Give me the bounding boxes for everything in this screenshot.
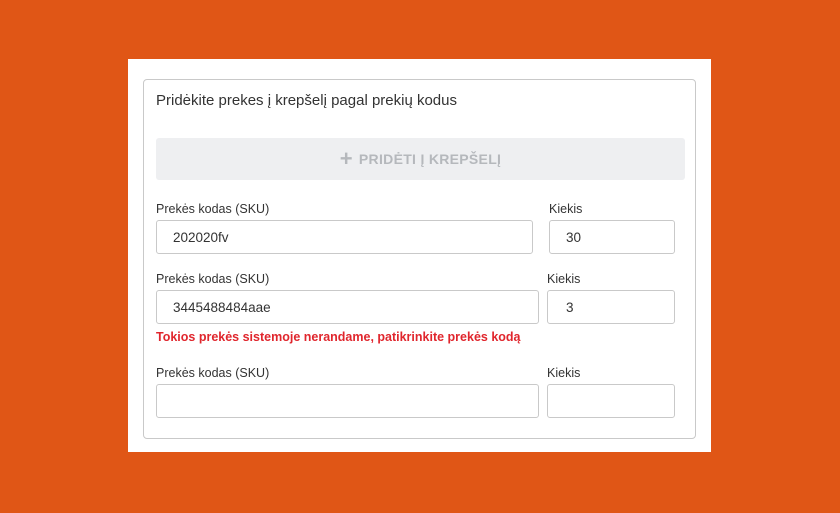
sku-input-1[interactable] — [156, 220, 533, 254]
qty-label-1: Kiekis — [549, 202, 583, 216]
sku-label-1: Prekės kodas (SKU) — [156, 202, 270, 216]
plus-icon: + — [339, 146, 353, 171]
qty-input-2[interactable] — [547, 290, 675, 324]
sku-label-2: Prekės kodas (SKU) — [156, 272, 270, 286]
add-to-cart-label: PRIDĖTI Į KREPŠELĮ — [358, 151, 502, 167]
qty-label-3: Kiekis — [547, 366, 581, 380]
qty-label-2: Kiekis — [547, 272, 581, 286]
sku-error-message: Tokios prekės sistemoje nerandame, patik… — [156, 330, 521, 344]
quick-order-card: Pridėkite prekes į krepšelį pagal prekių… — [143, 79, 696, 439]
add-to-cart-button[interactable]: + PRIDĖTI Į KREPŠELĮ — [156, 138, 685, 180]
sku-label-3: Prekės kodas (SKU) — [156, 366, 270, 380]
form-title: Pridėkite prekes į krepšelį pagal prekių… — [156, 92, 457, 109]
form-panel: Pridėkite prekes į krepšelį pagal prekių… — [128, 59, 711, 452]
sku-input-3[interactable] — [156, 384, 539, 418]
sku-input-2[interactable] — [156, 290, 539, 324]
qty-input-3[interactable] — [547, 384, 675, 418]
qty-input-1[interactable] — [549, 220, 675, 254]
